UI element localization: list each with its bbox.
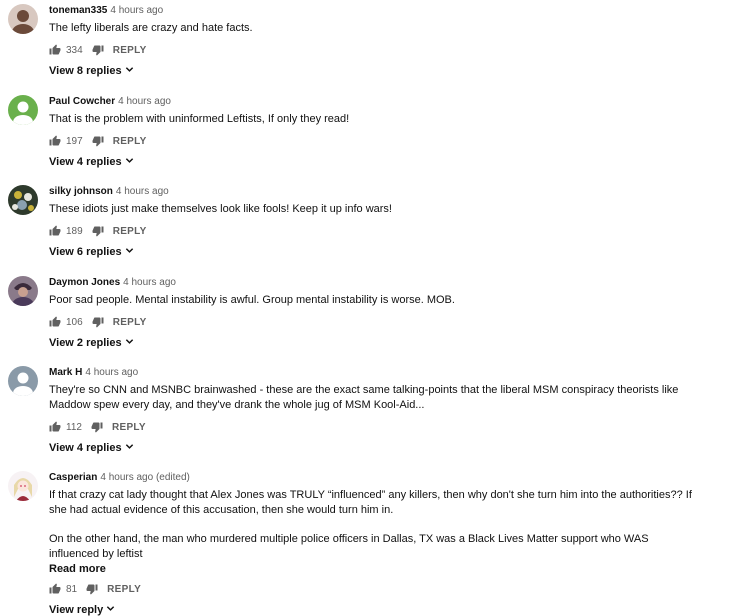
comment-time[interactable]: 4 hours ago <box>85 367 138 378</box>
view-replies-button[interactable]: View 6 replies <box>49 246 696 258</box>
view-replies-button[interactable]: View 8 replies <box>49 65 696 77</box>
chevron-down-icon <box>122 442 134 454</box>
reply-button[interactable]: REPLY <box>113 226 147 237</box>
reply-button[interactable]: REPLY <box>107 584 141 595</box>
like-count: 112 <box>66 421 82 433</box>
comment-author[interactable]: Casperian <box>49 472 97 483</box>
avatar[interactable] <box>8 276 38 306</box>
thumbs-up-icon[interactable] <box>49 225 61 237</box>
chevron-down-icon <box>122 65 134 77</box>
reply-button[interactable]: REPLY <box>113 136 147 147</box>
thumbs-down-icon[interactable] <box>92 225 104 237</box>
comment-author[interactable]: Mark H <box>49 367 82 378</box>
comment-author[interactable]: Daymon Jones <box>49 277 120 288</box>
avatar[interactable] <box>8 4 38 34</box>
comment-time[interactable]: 4 hours ago <box>123 277 176 288</box>
view-replies-button[interactable]: View reply <box>49 604 696 616</box>
reply-button[interactable]: REPLY <box>113 45 147 56</box>
chevron-down-icon <box>122 156 134 168</box>
avatar[interactable] <box>8 185 38 215</box>
comment-time[interactable]: 4 hours ago <box>116 186 169 197</box>
avatar[interactable] <box>8 95 38 125</box>
avatar[interactable] <box>8 471 38 501</box>
comment-time[interactable]: 4 hours ago <box>118 96 171 107</box>
thumbs-up-icon[interactable] <box>49 44 61 56</box>
thumbs-down-icon[interactable] <box>91 421 103 433</box>
thumbs-up-icon[interactable] <box>49 316 61 328</box>
view-replies-button[interactable]: View 2 replies <box>49 337 696 349</box>
comment-text: The lefty liberals are crazy and hate fa… <box>49 22 253 34</box>
thumbs-down-icon[interactable] <box>86 583 98 595</box>
comment-text: Poor sad people. Mental instability is a… <box>49 294 455 306</box>
like-count: 197 <box>66 135 83 147</box>
chevron-down-icon <box>122 337 134 349</box>
reply-button[interactable]: REPLY <box>113 317 147 328</box>
view-replies-button[interactable]: View 4 replies <box>49 442 696 454</box>
like-count: 81 <box>66 583 78 595</box>
read-more-button[interactable]: Read more <box>49 563 696 575</box>
comment-author[interactable]: toneman335 <box>49 5 107 16</box>
avatar[interactable] <box>8 366 38 396</box>
comment-author[interactable]: silky johnson <box>49 186 113 197</box>
comment-text: If that crazy cat lady thought that Alex… <box>49 489 692 560</box>
thumbs-down-icon[interactable] <box>92 316 104 328</box>
comment-text: That is the problem with uninformed Left… <box>49 113 350 125</box>
chevron-down-icon <box>122 246 134 258</box>
comment-author[interactable]: Paul Cowcher <box>49 96 115 107</box>
like-count: 106 <box>66 316 83 328</box>
reply-button[interactable]: REPLY <box>112 422 146 433</box>
comment-time[interactable]: 4 hours ago <box>110 5 163 16</box>
thumbs-down-icon[interactable] <box>92 44 104 56</box>
view-replies-button[interactable]: View 4 replies <box>49 156 696 168</box>
thumbs-down-icon[interactable] <box>92 135 104 147</box>
comment-text: These idiots just make themselves look l… <box>49 203 392 215</box>
like-count: 334 <box>66 44 83 56</box>
like-count: 189 <box>66 225 83 237</box>
thumbs-up-icon[interactable] <box>49 135 61 147</box>
comment-text: They're so CNN and MSNBC brainwashed - t… <box>49 384 679 411</box>
thumbs-up-icon[interactable] <box>49 583 61 595</box>
chevron-down-icon <box>103 604 115 616</box>
comment-time[interactable]: 4 hours ago (edited) <box>100 472 190 483</box>
thumbs-up-icon[interactable] <box>49 421 61 433</box>
